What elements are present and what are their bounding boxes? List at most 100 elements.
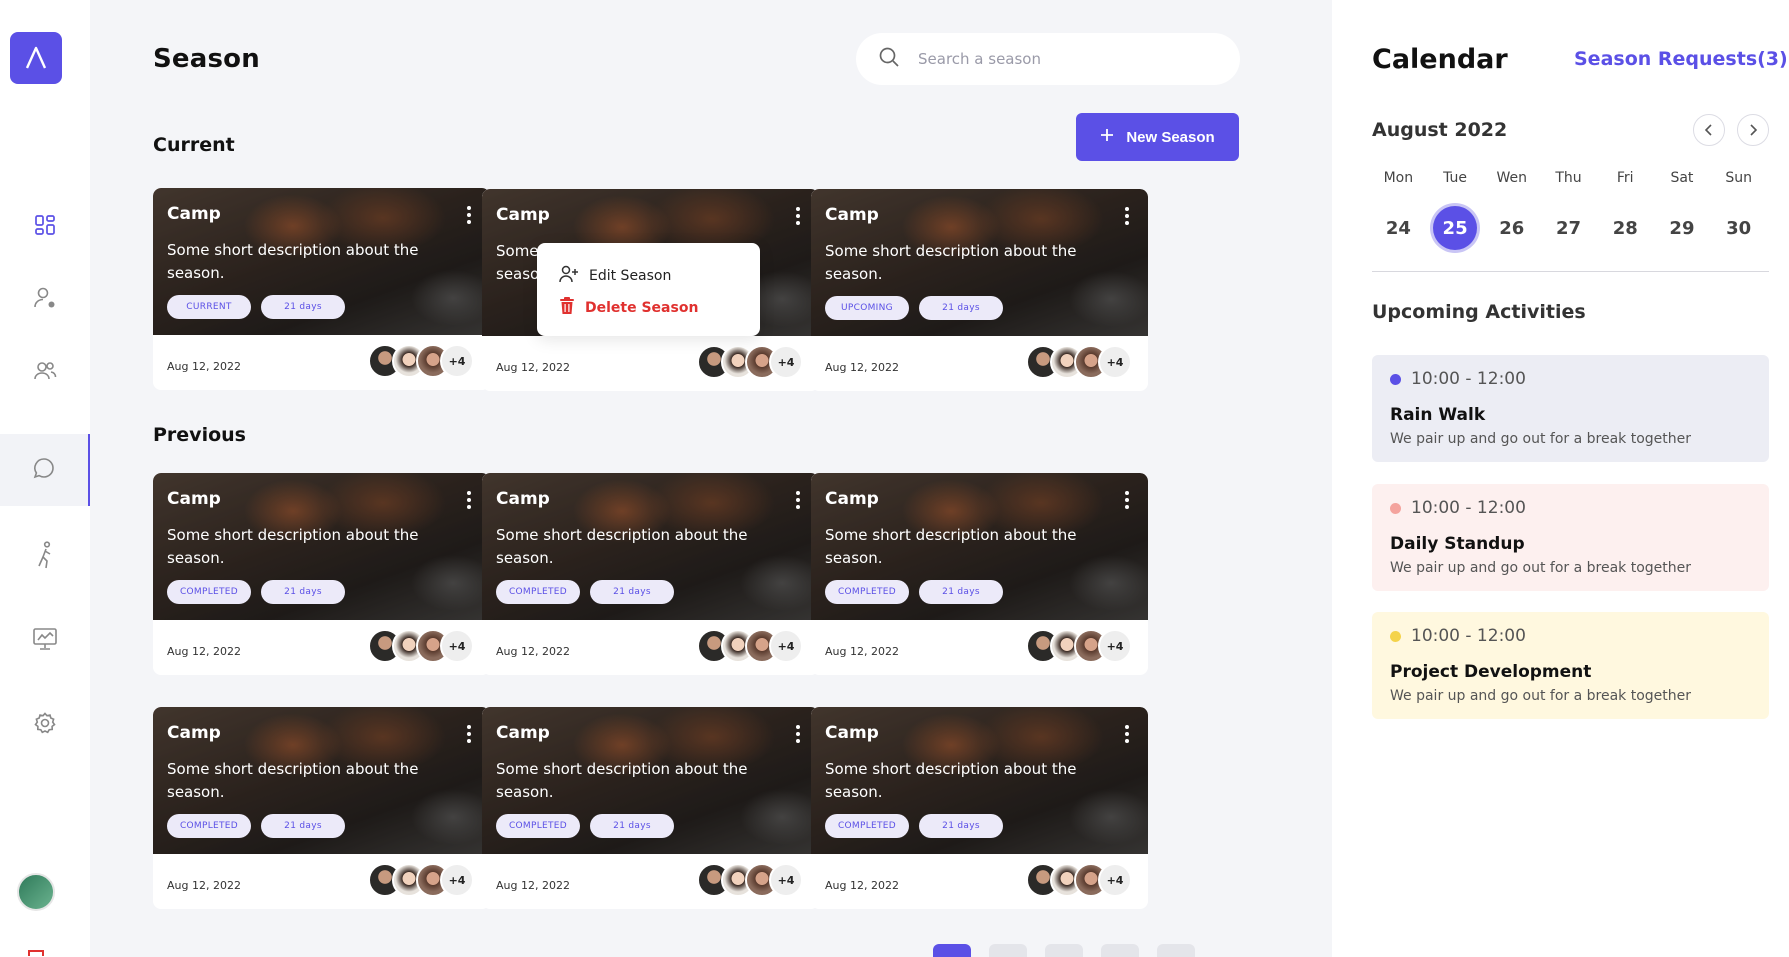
activity-description: We pair up and go out for a break togeth…	[1390, 688, 1692, 704]
season-card-date: Aug 12, 2022	[167, 360, 241, 373]
edit-season-menu-item[interactable]: Edit Season	[559, 265, 671, 287]
calendar-day[interactable]: 28	[1597, 205, 1654, 251]
activity-card[interactable]: 10:00 - 12:00 Daily Standup We pair up a…	[1372, 484, 1769, 591]
calendar-day[interactable]: 27	[1540, 205, 1597, 251]
season-card[interactable]: Camp Some short description about the se…	[153, 707, 490, 909]
day-row: 24 25 26 27 28 29 30	[1370, 205, 1767, 251]
calendar-title: Calendar	[1372, 44, 1508, 75]
more-vertical-icon[interactable]	[462, 725, 476, 743]
member-avatars[interactable]: +4	[368, 629, 474, 663]
search-icon	[878, 46, 900, 72]
activity-name: Project Development	[1390, 662, 1592, 682]
new-season-button[interactable]: New Season	[1076, 113, 1239, 161]
activity-description: We pair up and go out for a break togeth…	[1390, 560, 1692, 576]
duration-badge: 21 days	[919, 580, 1003, 604]
season-card-date: Aug 12, 2022	[167, 879, 241, 892]
season-card-date: Aug 12, 2022	[167, 645, 241, 658]
sidebar-item-chat[interactable]	[0, 434, 90, 506]
duration-badge: 21 days	[261, 814, 345, 838]
activity-name: Daily Standup	[1390, 534, 1525, 554]
status-badge: COMPLETED	[825, 814, 909, 838]
more-vertical-icon[interactable]	[1120, 725, 1134, 743]
calendar-day[interactable]: 30	[1710, 205, 1767, 251]
more-vertical-icon[interactable]	[791, 207, 805, 225]
page-button[interactable]: 1	[933, 944, 971, 957]
season-card[interactable]: Camp Some short description about the se…	[811, 189, 1148, 391]
more-members-count: +4	[1098, 863, 1132, 897]
season-card[interactable]: Camp Some short description about the se…	[811, 707, 1148, 909]
member-avatars[interactable]: +4	[1026, 863, 1132, 897]
season-card-date: Aug 12, 2022	[496, 879, 570, 892]
logout-icon[interactable]	[28, 950, 44, 956]
season-card[interactable]: Camp Some short description about the se…	[482, 473, 819, 675]
sidebar-item-monitor[interactable]	[0, 605, 90, 677]
more-vertical-icon[interactable]	[791, 491, 805, 509]
page-button[interactable]: 3	[1045, 944, 1083, 957]
more-vertical-icon[interactable]	[1120, 491, 1134, 509]
season-card-date: Aug 12, 2022	[496, 645, 570, 658]
more-members-count: +4	[440, 344, 474, 378]
chevron-left-icon	[1704, 121, 1714, 140]
avatar[interactable]	[17, 873, 55, 911]
weekday-label: Sun	[1725, 170, 1752, 186]
activity-time: 10:00 - 12:00	[1390, 626, 1526, 646]
activity-icon	[34, 541, 56, 573]
more-vertical-icon[interactable]	[791, 725, 805, 743]
page-button[interactable]: 2	[989, 944, 1027, 957]
activity-card[interactable]: 10:00 - 12:00 Project Development We pai…	[1372, 612, 1769, 719]
member-avatars[interactable]: +4	[697, 863, 803, 897]
more-vertical-icon[interactable]	[1120, 207, 1134, 225]
season-card-title: Camp	[167, 723, 221, 743]
sidebar-item-profile[interactable]	[0, 264, 90, 336]
status-badge: COMPLETED	[496, 814, 580, 838]
calendar-day[interactable]: 24	[1370, 205, 1427, 251]
member-avatars[interactable]: +4	[1026, 629, 1132, 663]
page-button[interactable]: 5	[1157, 944, 1195, 957]
season-requests-link[interactable]: Season Requests(3)	[1574, 48, 1788, 70]
status-badge: COMPLETED	[167, 814, 251, 838]
search-box[interactable]	[856, 33, 1240, 85]
trash-icon	[559, 297, 575, 319]
season-card-title: Camp	[825, 205, 879, 225]
member-avatars[interactable]: +4	[368, 863, 474, 897]
member-avatars[interactable]: +4	[368, 344, 474, 378]
sidebar-item-team[interactable]	[0, 337, 90, 409]
users-icon	[33, 360, 57, 386]
season-card-title: Camp	[825, 723, 879, 743]
season-card[interactable]: Camp Some short description about the se…	[811, 473, 1148, 675]
more-vertical-icon[interactable]	[462, 206, 476, 224]
season-card[interactable]: Camp Some short description about the se…	[153, 473, 490, 675]
activity-time: 10:00 - 12:00	[1390, 498, 1526, 518]
activity-card[interactable]: 10:00 - 12:00 Rain Walk We pair up and g…	[1372, 355, 1769, 462]
activity-time-label: 10:00 - 12:00	[1411, 626, 1526, 646]
calendar-day[interactable]: 26	[1483, 205, 1540, 251]
activity-time: 10:00 - 12:00	[1390, 369, 1526, 389]
season-card-description: Some short description about the season.	[825, 526, 1077, 567]
calendar-day[interactable]: 29	[1654, 205, 1711, 251]
weekday-label: Sat	[1670, 170, 1694, 186]
season-card-title: Camp	[167, 489, 221, 509]
season-card-title: Camp	[496, 489, 550, 509]
prev-month-button[interactable]	[1693, 114, 1725, 146]
page-button[interactable]: 4	[1101, 944, 1139, 957]
section-title-previous: Previous	[153, 424, 246, 446]
season-card[interactable]: Camp Some short description about the se…	[153, 188, 490, 390]
delete-season-menu-item[interactable]: Delete Season	[559, 297, 698, 319]
season-card-date: Aug 12, 2022	[825, 879, 899, 892]
member-avatars[interactable]: +4	[697, 345, 803, 379]
sidebar-item-settings[interactable]	[0, 689, 90, 761]
sidebar-item-activity[interactable]	[0, 521, 90, 593]
sidebar-item-dashboard[interactable]	[0, 191, 90, 263]
season-card[interactable]: Camp Some short description about the se…	[482, 707, 819, 909]
duration-badge: 21 days	[590, 814, 674, 838]
activity-time-label: 10:00 - 12:00	[1411, 498, 1526, 518]
member-avatars[interactable]: +4	[697, 629, 803, 663]
logo-icon[interactable]	[10, 32, 62, 84]
more-vertical-icon[interactable]	[462, 491, 476, 509]
duration-badge: 21 days	[590, 580, 674, 604]
member-avatars[interactable]: +4	[1026, 345, 1132, 379]
search-input[interactable]	[918, 50, 1218, 68]
sidebar	[0, 0, 90, 957]
calendar-day-selected[interactable]: 25	[1427, 205, 1484, 251]
next-month-button[interactable]	[1737, 114, 1769, 146]
